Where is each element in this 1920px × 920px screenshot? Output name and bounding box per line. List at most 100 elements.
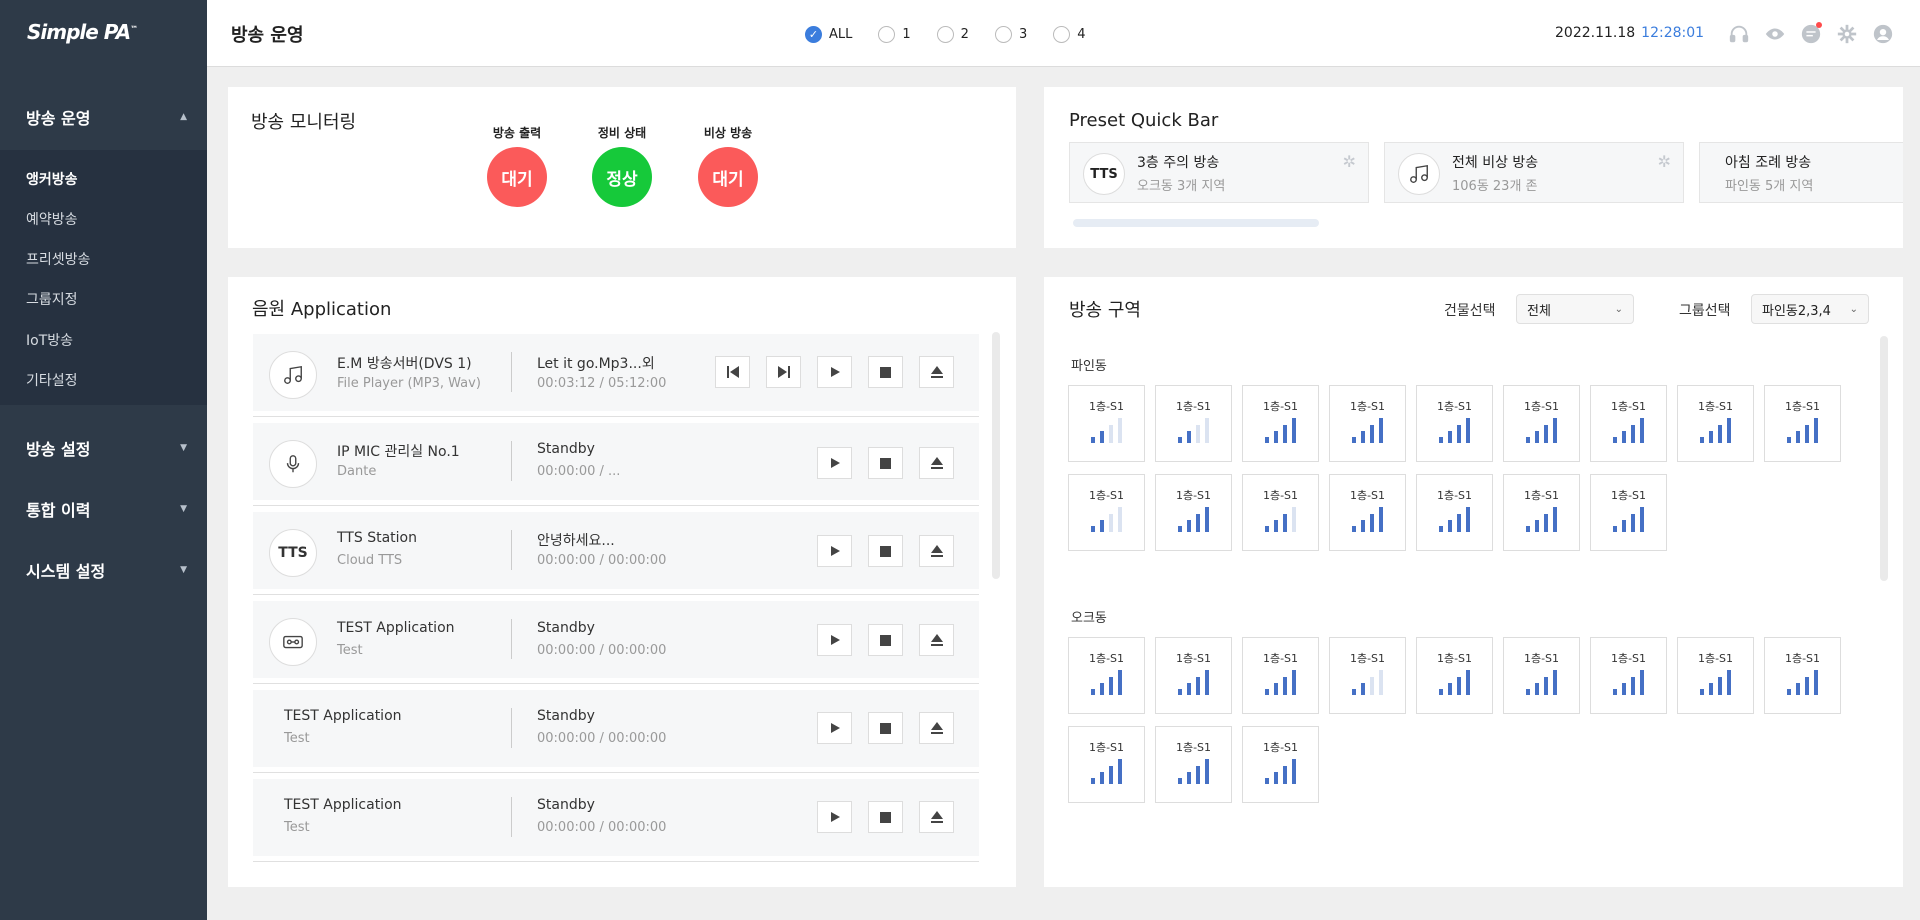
nav-section-system-settings[interactable]: 시스템 설정 ▼ [0,540,207,600]
zone-tile[interactable]: 1층-S1 [1155,385,1232,462]
nav-section-broadcast-operation[interactable]: 방송 운영 ▲ [0,87,207,147]
signal-bar [1265,689,1269,695]
radio-all[interactable]: ✓ ALL [805,26,852,43]
app-logo[interactable]: Simple PA™ [27,20,138,44]
preset-item[interactable]: 전체 비상 방송 106동 23개 존 ✲ [1384,142,1684,203]
next-button[interactable] [766,356,801,388]
zone-tile[interactable]: 1층-S1 [1068,474,1145,551]
play-button[interactable] [817,356,852,388]
building-select[interactable]: 전체 ⌄ [1516,294,1634,324]
zone-tile[interactable]: 1층-S1 [1677,637,1754,714]
stop-button[interactable] [868,624,903,656]
eject-button[interactable] [919,801,954,833]
zone-tile[interactable]: 1층-S1 [1242,726,1319,803]
radio-3[interactable]: 3 [994,26,1027,43]
zone-tile[interactable]: 1층-S1 [1590,385,1667,462]
eject-button[interactable] [919,447,954,479]
audio-row[interactable]: TEST Application Test Standby 00:00:00 /… [253,779,979,856]
signal-bars-icon [1352,418,1388,443]
play-button[interactable] [817,712,852,744]
eject-button[interactable] [919,535,954,567]
eye-icon[interactable] [1763,22,1787,46]
zone-tile[interactable]: 1층-S1 [1590,474,1667,551]
zone-tile[interactable]: 1층-S1 [1416,385,1493,462]
eject-button[interactable] [919,356,954,388]
eject-button[interactable] [919,624,954,656]
zone-tile[interactable]: 1층-S1 [1590,637,1667,714]
subnav-item-anchor[interactable]: 앵커방송 [26,169,78,189]
zone-tile[interactable]: 1층-S1 [1242,385,1319,462]
signal-bar [1457,514,1461,532]
zone-tile[interactable]: 1층-S1 [1503,385,1580,462]
zone-tile[interactable]: 1층-S1 [1764,637,1841,714]
signal-bar [1379,670,1383,695]
zone-tile[interactable]: 1층-S1 [1155,637,1232,714]
preset-item[interactable]: 아침 조례 방송 파인동 5개 지역 [1699,142,1903,203]
signal-bars-icon [1613,507,1649,532]
audio-row[interactable]: TEST Application Test Standby 00:00:00 /… [253,601,979,678]
play-button[interactable] [817,624,852,656]
music-icon [1398,153,1440,195]
preset-item[interactable]: TTS 3층 주의 방송 오크동 3개 지역 ✲ [1069,142,1369,203]
radio-circle [994,26,1012,43]
signal-bar [1640,418,1644,443]
zone-tile[interactable]: 1층-S1 [1155,474,1232,551]
audio-row[interactable]: E.M 방송서버(DVS 1) File Player (MP3, Wav) L… [253,334,979,411]
zone-tile[interactable]: 1층-S1 [1329,385,1406,462]
zone-tile[interactable]: 1층-S1 [1068,637,1145,714]
zone-tile[interactable]: 1층-S1 [1503,637,1580,714]
zone-label: 1층-S1 [1349,652,1386,665]
stop-button[interactable] [868,801,903,833]
favorite-icon[interactable]: ✲ [1343,152,1356,171]
zone-tile[interactable]: 1층-S1 [1677,385,1754,462]
app-status: 안녕하세요... [537,533,615,549]
monitor-maintenance: 정비 상태 정상 [582,124,662,207]
zone-tile[interactable]: 1층-S1 [1329,474,1406,551]
nav-section-history[interactable]: 통합 이력 ▼ [0,479,207,539]
zones-scrollbar[interactable] [1880,336,1888,581]
zone-tile[interactable]: 1층-S1 [1242,474,1319,551]
settings-icon[interactable] [1835,22,1859,46]
favorite-icon[interactable]: ✲ [1658,152,1671,171]
subnav-item-iot[interactable]: IoT방송 [26,330,73,350]
signal-bar [1283,677,1287,695]
user-icon[interactable] [1871,22,1895,46]
preset-scrollbar[interactable] [1073,219,1319,227]
zone-tile[interactable]: 1층-S1 [1764,385,1841,462]
radio-4[interactable]: 4 [1053,26,1086,43]
stop-button[interactable] [868,712,903,744]
nav-section-broadcast-settings[interactable]: 방송 설정 ▼ [0,418,207,478]
subnav-item-preset[interactable]: 프리셋방송 [26,249,90,269]
signal-bars-icon [1439,670,1475,695]
zone-tile[interactable]: 1층-S1 [1416,474,1493,551]
stop-button[interactable] [868,356,903,388]
zone-tile[interactable]: 1층-S1 [1329,637,1406,714]
zone-tile[interactable]: 1층-S1 [1068,726,1145,803]
zone-tile[interactable]: 1층-S1 [1416,637,1493,714]
radio-1[interactable]: 1 [878,26,911,43]
zone-tile[interactable]: 1층-S1 [1068,385,1145,462]
radio-2[interactable]: 2 [936,26,969,43]
group-select[interactable]: 파인동2,3,4 ⌄ [1751,294,1869,324]
play-button[interactable] [817,801,852,833]
stop-button[interactable] [868,535,903,567]
signal-bars-icon [1178,507,1214,532]
play-button[interactable] [817,535,852,567]
subnav-item-group[interactable]: 그룹지정 [26,289,78,309]
audio-row[interactable]: IP MIC 관리실 No.1 Dante Standby 00:00:00 /… [253,423,979,500]
subnav-item-reserved[interactable]: 예약방송 [26,209,78,229]
zone-tile[interactable]: 1층-S1 [1242,637,1319,714]
zone-tile[interactable]: 1층-S1 [1155,726,1232,803]
chat-icon[interactable] [1799,22,1823,46]
subnav-item-etc[interactable]: 기타설정 [26,370,78,390]
zone-tile[interactable]: 1층-S1 [1503,474,1580,551]
eject-button[interactable] [919,712,954,744]
audio-row[interactable]: TEST Application Test Standby 00:00:00 /… [253,690,979,767]
stop-button[interactable] [868,447,903,479]
headset-icon[interactable] [1727,22,1751,46]
prev-button[interactable] [715,356,750,388]
audio-row[interactable]: TTS TTS Station Cloud TTS 안녕하세요... 00:00… [253,512,979,589]
audio-scrollbar[interactable] [992,332,1000,579]
play-button[interactable] [817,447,852,479]
signal-bar [1352,437,1356,443]
